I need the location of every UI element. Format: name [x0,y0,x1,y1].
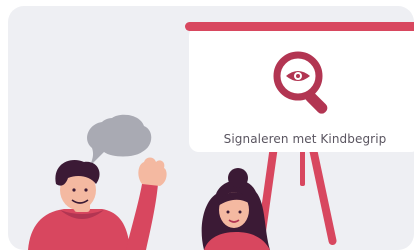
board-top-rail [185,22,414,31]
board-caption: Signaleren met Kindbegrip [223,132,387,146]
easel-legs [256,146,337,246]
person-right [201,168,270,250]
person-left [28,157,167,250]
speech-bubble [87,114,152,166]
illustration-card: Signaleren met Kindbegrip [8,6,414,250]
illustration-scene [28,22,414,250]
